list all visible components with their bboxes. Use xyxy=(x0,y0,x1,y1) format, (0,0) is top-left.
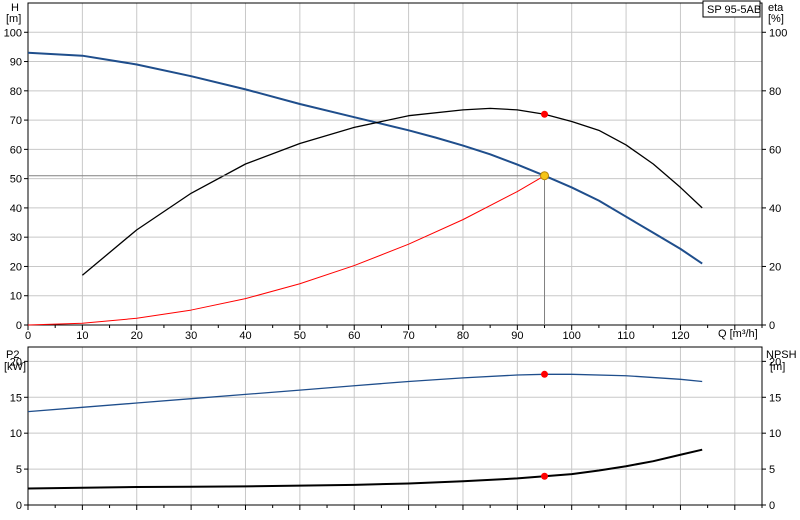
x-tick-label: 90 xyxy=(511,330,523,342)
top-left-tick-label: 70 xyxy=(10,115,22,127)
top-left-tick-label: 100 xyxy=(4,27,22,39)
bottom-left-tick-label: 15 xyxy=(10,392,22,404)
top-right-tick-label: 60 xyxy=(769,144,781,156)
x-tick-label: 50 xyxy=(294,330,306,342)
top-left-axis-label-line2: [m] xyxy=(6,13,21,25)
bottom-left-axis-label-line1: P2 xyxy=(6,349,19,361)
top-left-tick-label: 60 xyxy=(10,144,22,156)
top-left-tick-label: 0 xyxy=(16,320,22,332)
x-tick-label: 40 xyxy=(239,330,251,342)
top-left-tick-label: 50 xyxy=(10,174,22,186)
x-tick-label: 0 xyxy=(25,330,31,342)
duty-eta-marker xyxy=(541,110,549,118)
top-left-tick-label: 30 xyxy=(10,232,22,244)
bottom-right-tick-label: 10 xyxy=(769,428,781,440)
head-curve xyxy=(27,51,703,265)
x-axis-label: Q [m³/h] xyxy=(718,328,758,340)
bottom-left-tick-label: 0 xyxy=(16,500,22,512)
x-tick-label: 30 xyxy=(185,330,197,342)
top-right-tick-label: 0 xyxy=(769,320,775,332)
x-tick-label: 120 xyxy=(671,330,689,342)
top-right-tick-label: 20 xyxy=(769,261,781,273)
top-right-tick-label: 40 xyxy=(769,203,781,215)
bottom-left-tick-label: 5 xyxy=(16,464,22,476)
bottom-plot-frame xyxy=(27,346,763,506)
bottom-left-tick-label: 10 xyxy=(10,428,22,440)
top-right-axis-label-line2: [%] xyxy=(768,13,784,25)
bottom-right-tick-label: 0 xyxy=(769,500,775,512)
x-tick-label: 80 xyxy=(457,330,469,342)
top-left-tick-label: 40 xyxy=(10,203,22,215)
top-plot-frame xyxy=(27,2,763,326)
x-tick-label: 70 xyxy=(402,330,414,342)
series-layer xyxy=(27,51,703,490)
top-left-tick-label: 80 xyxy=(10,86,22,98)
bottom-right-axis-label-line1: NPSH xyxy=(766,349,797,361)
system-curve xyxy=(27,175,545,326)
pump-curve-chart: 01020304050607080901000204060801000 10 20 3… xyxy=(4,0,797,512)
top-right-tick-label: 80 xyxy=(769,86,781,98)
p2-curve xyxy=(27,373,703,413)
bottom-right-axis-label-line2: [m] xyxy=(770,361,785,373)
x-tick-label: 100 xyxy=(563,330,581,342)
top-left-tick-label: 20 xyxy=(10,261,22,273)
top-left-tick-label: 10 xyxy=(10,291,22,303)
duty-npsh-marker xyxy=(541,472,549,480)
top-left-tick-label: 90 xyxy=(10,57,22,69)
duty-p2-marker xyxy=(541,370,549,378)
x-tick-label: 110 xyxy=(617,330,635,342)
axis-layer: 01020304050607080901000204060801000 10 20 3… xyxy=(4,2,787,512)
bottom-left-axis-label-line2: [kW] xyxy=(4,361,26,373)
grid-layer xyxy=(27,3,762,506)
x-tick-label: 60 xyxy=(348,330,360,342)
bottom-right-tick-label: 15 xyxy=(769,392,781,404)
duty-head-marker xyxy=(540,171,550,181)
x-tick-label: 10 xyxy=(76,330,88,342)
bottom-right-tick-label: 5 xyxy=(769,464,775,476)
model-label: SP 95-5AB xyxy=(707,4,761,16)
top-right-tick-label: 100 xyxy=(769,27,787,39)
x-tick-label: 20 xyxy=(131,330,143,342)
